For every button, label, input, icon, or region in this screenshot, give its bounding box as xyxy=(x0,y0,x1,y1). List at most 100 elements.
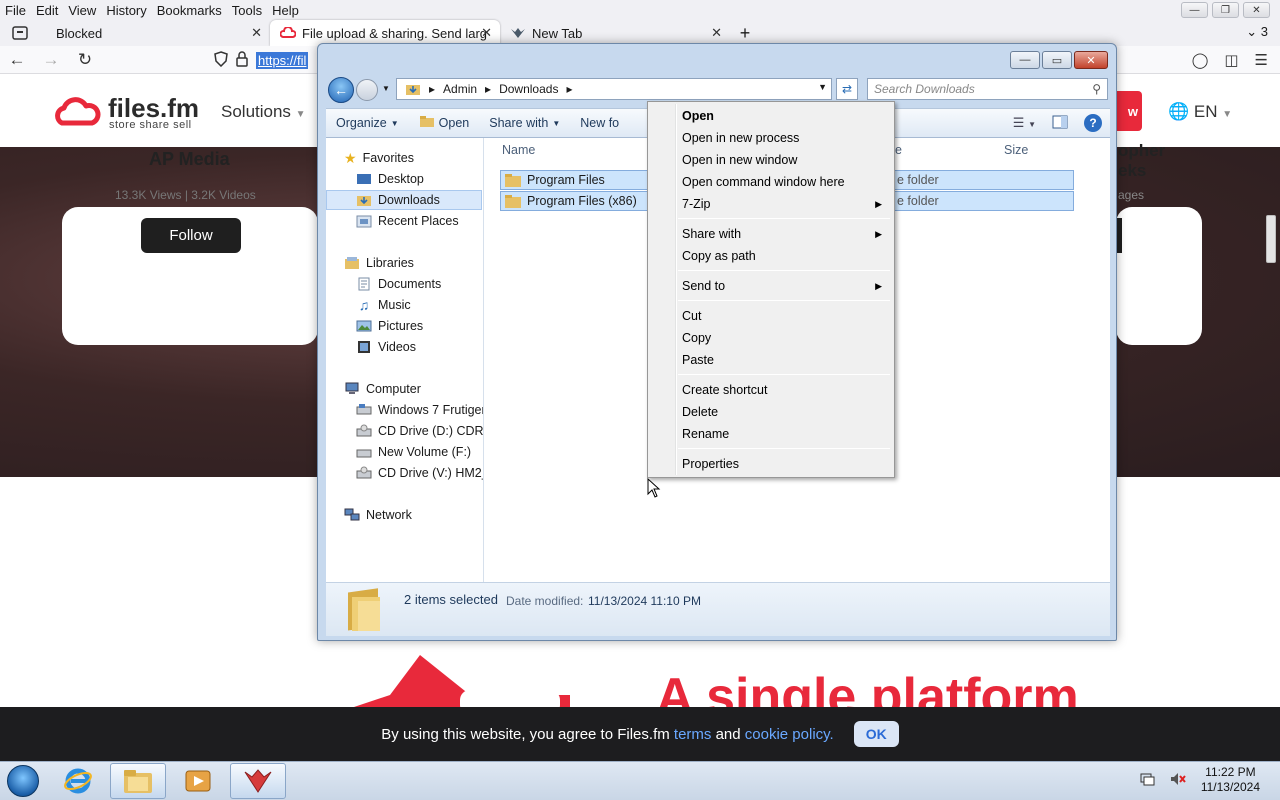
search-input[interactable]: Search Downloads ⚲ xyxy=(867,78,1108,100)
tab-close-icon[interactable]: ✕ xyxy=(251,25,262,41)
breadcrumb-chevron-icon[interactable]: ▸ xyxy=(429,82,435,96)
nav-videos[interactable]: Videos xyxy=(356,337,416,357)
nav-downloads-label: Downloads xyxy=(378,193,440,207)
ctx-copy[interactable]: Copy xyxy=(650,327,892,349)
minimize-button[interactable]: — xyxy=(1181,2,1208,18)
address-bar[interactable]: ▸ Admin ▸ Downloads ▸ ▼ xyxy=(396,78,832,100)
search-icon[interactable]: ⚲ xyxy=(1092,82,1101,96)
breadcrumb-downloads[interactable]: Downloads xyxy=(499,82,558,96)
cookie-policy-link[interactable]: cookie policy. xyxy=(745,726,834,743)
breadcrumb-chevron-icon[interactable]: ▸ xyxy=(485,82,491,96)
nav-recent-places[interactable]: Recent Places xyxy=(356,211,459,231)
volume-muted-icon[interactable] xyxy=(1169,771,1187,790)
ctx-open-command-window[interactable]: Open command window here xyxy=(650,171,892,193)
nav-libraries[interactable]: Libraries xyxy=(344,253,414,273)
back-arrow-icon[interactable]: ← xyxy=(0,50,34,70)
ctx-properties[interactable]: Properties xyxy=(650,453,892,475)
ctx-rename[interactable]: Rename xyxy=(650,423,892,445)
taskbar-media-player[interactable] xyxy=(170,763,226,799)
nav-documents[interactable]: Documents xyxy=(356,274,441,294)
tab-close-icon[interactable]: ✕ xyxy=(481,25,492,41)
taskbar-internet-explorer[interactable] xyxy=(50,763,106,799)
url-bar[interactable]: https://fil xyxy=(214,49,324,71)
ctx-share-with[interactable]: Share with ▶ xyxy=(650,223,892,245)
browser-app-icon xyxy=(244,769,272,793)
account-icon[interactable]: ◯ xyxy=(1192,51,1209,69)
menu-help[interactable]: Help xyxy=(267,3,304,18)
nav-network[interactable]: Network xyxy=(344,505,412,525)
reload-icon[interactable]: ↻ xyxy=(68,50,102,70)
menu-tools[interactable]: Tools xyxy=(227,3,267,18)
menu-file[interactable]: File xyxy=(0,3,31,18)
nav-pictures[interactable]: Pictures xyxy=(356,316,423,336)
menu-history[interactable]: History xyxy=(101,3,151,18)
help-icon[interactable]: ? xyxy=(1084,114,1102,132)
tab-close-icon[interactable]: ✕ xyxy=(711,25,722,41)
tab-count[interactable]: ⌄ 3 xyxy=(1246,24,1268,40)
organize-button[interactable]: Organize ▼ xyxy=(326,116,409,130)
extensions-icon[interactable]: ◫ xyxy=(1224,51,1238,69)
ctx-create-shortcut[interactable]: Create shortcut xyxy=(650,379,892,401)
tab-list-icon[interactable] xyxy=(0,20,40,46)
tab-blocked[interactable]: Blocked ✕ xyxy=(40,20,270,46)
explorer-minimize-button[interactable]: — xyxy=(1010,51,1040,69)
column-header-name[interactable]: Name xyxy=(502,138,535,162)
open-button[interactable]: Open xyxy=(409,115,480,131)
explorer-maximize-button[interactable]: ▭ xyxy=(1042,51,1072,69)
ctx-open-new-process[interactable]: Open in new process xyxy=(650,127,892,149)
column-header-size[interactable]: Size xyxy=(1004,138,1028,162)
restore-button[interactable]: ❐ xyxy=(1212,2,1239,18)
taskbar-explorer[interactable] xyxy=(110,763,166,799)
preview-pane-icon[interactable] xyxy=(1052,115,1068,132)
start-button[interactable] xyxy=(0,762,46,800)
cookie-ok-button[interactable]: OK xyxy=(853,721,899,747)
page-scrollbar-thumb[interactable] xyxy=(1266,215,1276,263)
nav-drive-d[interactable]: CD Drive (D:) CDROM xyxy=(356,421,483,441)
close-button[interactable]: ✕ xyxy=(1243,2,1270,18)
action-center-icon[interactable] xyxy=(1139,771,1155,790)
language-selector[interactable]: 🌐 EN ▼ xyxy=(1168,102,1232,122)
hamburger-menu-icon[interactable]: ☰ xyxy=(1255,51,1268,69)
files-fm-logo-icon[interactable] xyxy=(52,97,102,127)
forward-arrow-icon[interactable]: → xyxy=(34,50,68,70)
recent-pages-chevron-icon[interactable]: ▼ xyxy=(382,84,390,93)
nav-drive-v[interactable]: CD Drive (V:) HM2_C xyxy=(356,463,483,483)
url-text[interactable]: https://fil xyxy=(256,51,309,69)
ctx-open-new-window[interactable]: Open in new window xyxy=(650,149,892,171)
explorer-forward-arrow-icon[interactable] xyxy=(356,79,378,101)
nav-downloads[interactable]: Downloads xyxy=(326,190,482,210)
new-folder-button[interactable]: New fo xyxy=(570,116,629,130)
ctx-paste[interactable]: Paste xyxy=(650,349,892,371)
menu-edit[interactable]: Edit xyxy=(31,3,63,18)
card2-title-line1: opher xyxy=(1118,141,1166,160)
ctx-cut[interactable]: Cut xyxy=(650,305,892,327)
terms-link[interactable]: terms xyxy=(674,726,712,743)
explorer-close-button[interactable]: ✕ xyxy=(1074,51,1108,69)
nav-music[interactable]: ♫ Music xyxy=(356,295,411,315)
nav-computer[interactable]: Computer xyxy=(344,379,421,399)
lock-icon[interactable] xyxy=(236,50,248,70)
taskbar-browser[interactable] xyxy=(230,763,286,799)
ctx-send-to[interactable]: Send to ▶ xyxy=(650,275,892,297)
breadcrumb-admin[interactable]: Admin xyxy=(443,82,477,96)
nav-favorites[interactable]: ★ Favorites xyxy=(344,148,414,168)
shield-icon[interactable] xyxy=(214,50,228,70)
nav-drive-c[interactable]: Windows 7 Frutiger xyxy=(356,400,483,420)
system-clock[interactable]: 11:22 PM 11/13/2024 xyxy=(1201,765,1260,795)
breadcrumb-chevron-icon[interactable]: ▸ xyxy=(566,82,572,96)
change-view-icon[interactable]: ☰ ▼ xyxy=(1013,115,1036,131)
menu-bookmarks[interactable]: Bookmarks xyxy=(152,3,227,18)
ctx-open[interactable]: Open xyxy=(650,105,892,127)
explorer-back-arrow-icon[interactable]: ← xyxy=(328,77,354,103)
ctx-copy-as-path[interactable]: Copy as path xyxy=(650,245,892,267)
ctx-7zip[interactable]: 7-Zip ▶ xyxy=(650,193,892,215)
nav-desktop[interactable]: Desktop xyxy=(356,169,424,189)
nav-solutions[interactable]: Solutions ▼ xyxy=(221,102,306,122)
refresh-icon[interactable]: ⇄ xyxy=(836,78,858,100)
nav-drive-f[interactable]: New Volume (F:) xyxy=(356,442,471,462)
menu-view[interactable]: View xyxy=(63,3,101,18)
share-with-button[interactable]: Share with ▼ xyxy=(479,116,570,130)
follow-button[interactable]: Follow xyxy=(141,218,241,253)
address-dropdown-icon[interactable]: ▼ xyxy=(818,82,827,92)
ctx-delete[interactable]: Delete xyxy=(650,401,892,423)
